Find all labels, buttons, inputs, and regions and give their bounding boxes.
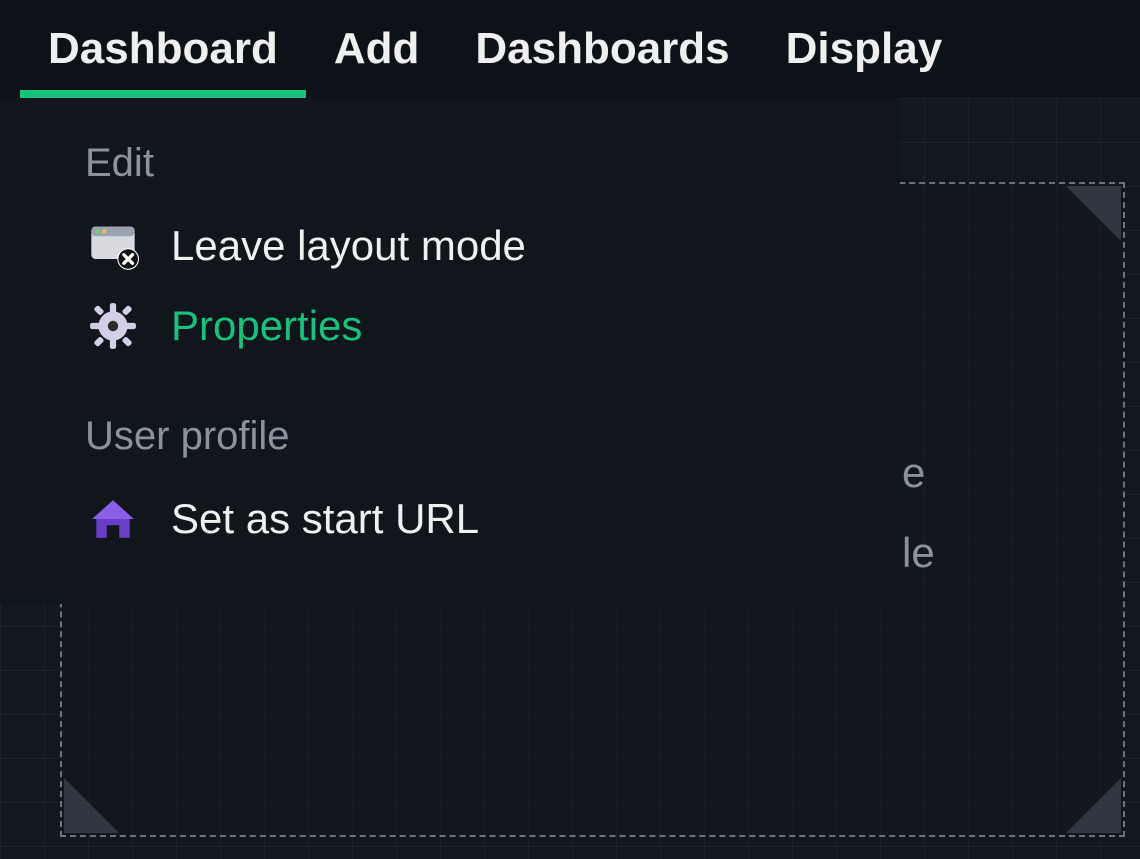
tab-label: Dashboards (475, 24, 729, 74)
menu-item-label: Properties (171, 302, 362, 350)
resize-handle-bottom-right[interactable] (1066, 778, 1121, 833)
dashboard-dropdown: Edit Leave layout mode (0, 98, 900, 604)
tab-label: Dashboard (48, 24, 278, 74)
home-icon (85, 491, 141, 547)
tab-dashboard[interactable]: Dashboard (20, 0, 306, 98)
tab-dashboards[interactable]: Dashboards (447, 0, 757, 98)
top-nav: Dashboard Add Dashboards Display (0, 0, 1140, 98)
dropdown-section-edit: Edit (0, 133, 900, 206)
menu-item-label: Leave layout mode (171, 222, 526, 270)
partial-label-2: le (902, 529, 935, 577)
layout-exit-icon (85, 218, 141, 274)
tab-add[interactable]: Add (306, 0, 448, 98)
partial-label-1: e (902, 449, 925, 497)
menu-item-leave-layout-mode[interactable]: Leave layout mode (0, 206, 900, 286)
tab-display[interactable]: Display (758, 0, 971, 98)
resize-handle-bottom-left[interactable] (64, 778, 119, 833)
dropdown-section-user-profile: User profile (0, 406, 900, 479)
tab-label: Display (786, 24, 943, 74)
menu-item-properties[interactable]: Properties (0, 286, 900, 366)
resize-handle-top-right[interactable] (1066, 186, 1121, 241)
tab-label: Add (334, 24, 420, 74)
menu-item-set-start-url[interactable]: Set as start URL (0, 479, 900, 559)
gear-icon (85, 298, 141, 354)
menu-item-label: Set as start URL (171, 495, 479, 543)
